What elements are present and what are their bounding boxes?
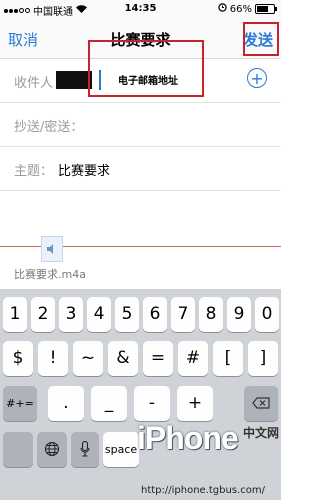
globe-icon [44,441,60,457]
key-tilde[interactable]: ~ [73,341,103,376]
key-letters[interactable] [3,432,33,467]
key-8[interactable]: 8 [199,297,223,332]
battery-icon [255,4,277,14]
keyboard: 1 2 3 4 5 6 7 8 9 0 $ ! ~ & = # [ ] #+= … [0,289,281,500]
status-right: 66% [218,3,277,15]
key-underscore[interactable]: _ [91,386,127,421]
key-hyphen[interactable]: - [134,386,170,421]
subject-value[interactable]: 比赛要求 [58,160,110,179]
subject-label: 主题： [14,164,54,179]
redacted-recipient [56,71,92,89]
key-ampersand[interactable]: & [108,341,138,376]
key-5[interactable]: 5 [115,297,139,332]
key-equals[interactable]: = [143,341,173,376]
key-left-bracket[interactable]: [ [213,341,243,376]
key-3[interactable]: 3 [59,297,83,332]
key-0[interactable]: 0 [255,297,279,332]
to-label: 收件人 [14,76,54,91]
key-2[interactable]: 2 [31,297,55,332]
battery-percent: 66% [229,3,252,15]
key-6[interactable]: 6 [143,297,167,332]
globe-key[interactable] [37,432,67,467]
cc-field-row[interactable]: 抄送/密送： [0,103,281,147]
send-highlight-box [243,22,279,56]
key-exclamation[interactable]: ! [38,341,68,376]
add-contact-icon[interactable]: + [247,68,267,88]
key-hash[interactable]: # [178,341,208,376]
key-4[interactable]: 4 [87,297,111,332]
microphone-icon [80,440,90,457]
key-9[interactable]: 9 [227,297,251,332]
backspace-icon [252,397,270,409]
key-1[interactable]: 1 [3,297,27,332]
delete-key[interactable] [244,386,278,421]
alarm-icon [218,3,227,15]
key-plus[interactable]: + [177,386,213,421]
key-dollar[interactable]: $ [3,341,33,376]
microphone-key[interactable] [71,432,99,467]
status-bar: 中国联通 14:35 66% [0,0,281,18]
key-period[interactable]: . [48,386,84,421]
audio-file-icon[interactable] [41,236,63,262]
attachment-name: 比赛要求.m4a [14,268,86,281]
email-annotation: 电子邮箱地址 [118,76,178,87]
cc-label: 抄送/密送： [14,120,84,135]
key-more-symbols[interactable]: #+= [3,386,37,421]
key-right-bracket[interactable]: ] [248,341,278,376]
space-key[interactable]: space [103,432,139,467]
key-7[interactable]: 7 [171,297,195,332]
email-callout-box [88,40,204,97]
subject-field-row[interactable]: 主题： 比赛要求 [0,147,281,191]
